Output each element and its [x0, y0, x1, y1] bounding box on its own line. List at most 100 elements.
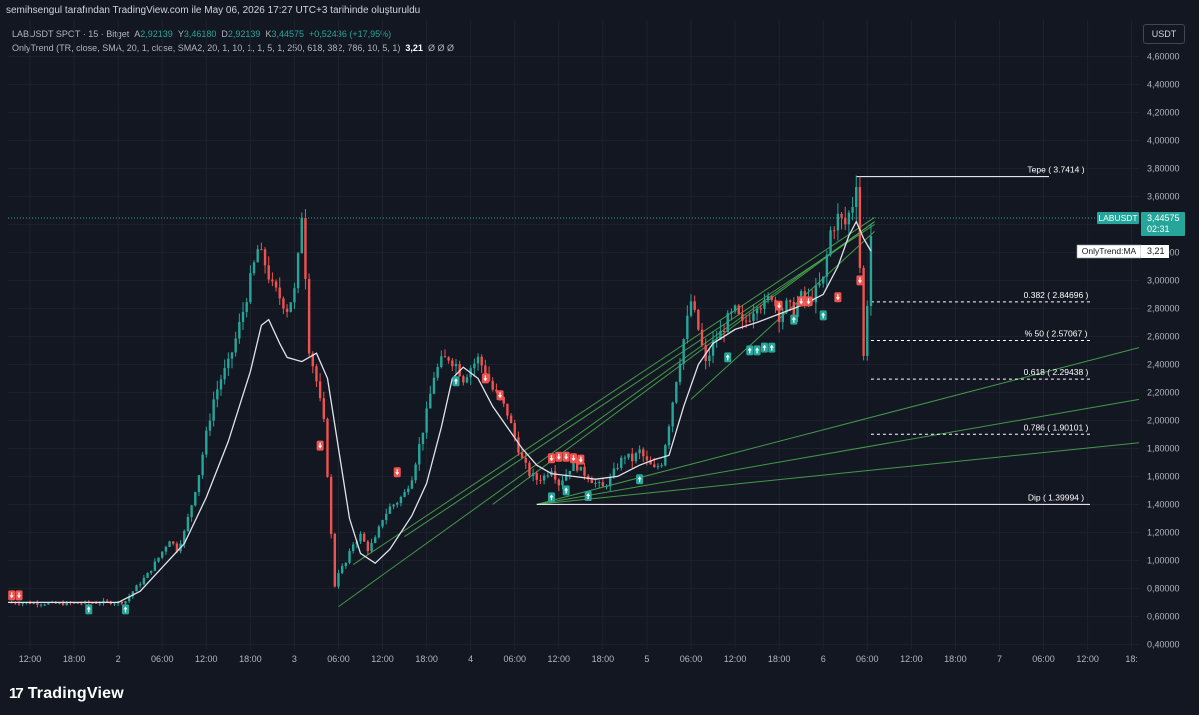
candle-body — [256, 249, 259, 263]
candle-body — [223, 368, 226, 380]
candle-body — [766, 296, 770, 301]
candle-body — [436, 367, 439, 378]
candle-body — [700, 329, 704, 346]
time-tick-label: 3 — [292, 654, 297, 664]
candle-body — [307, 279, 311, 354]
candle-body — [359, 533, 362, 542]
candle-body — [542, 475, 546, 481]
moving-average-line — [8, 220, 872, 604]
price-tick-label: 4,40000 — [1147, 79, 1180, 89]
candle-body — [172, 541, 175, 544]
candle-body — [814, 285, 818, 303]
brand-name: TradingView — [27, 685, 124, 702]
candle-body — [216, 389, 219, 400]
candle-body — [616, 467, 619, 469]
candle-body — [289, 302, 292, 312]
candle-body — [296, 253, 300, 289]
candle-body — [451, 360, 454, 367]
candle-body — [399, 496, 403, 503]
time-tick-label: 18:00 — [592, 654, 615, 664]
time-tick-label: 4 — [468, 654, 473, 664]
candle-body — [484, 365, 487, 375]
top-bar: semihsengul tarafından TradingView.com i… — [0, 0, 1199, 22]
price-tick-label: 1,20000 — [1147, 527, 1180, 537]
candle-body — [333, 533, 337, 587]
candle-body — [689, 301, 693, 316]
price-tick-label: 1,00000 — [1147, 555, 1180, 565]
candle-body — [227, 358, 230, 369]
tradingview-logo[interactable]: 17 TradingView — [9, 685, 124, 703]
candle-body — [186, 517, 190, 531]
candle-body — [557, 479, 561, 486]
candle-body — [315, 366, 318, 382]
candle-body — [43, 604, 46, 606]
candle-body — [664, 445, 667, 466]
candle-body — [836, 213, 840, 231]
time-tick-label: 5 — [644, 654, 649, 664]
price-tick-label: 1,60000 — [1147, 471, 1180, 481]
candle-body — [421, 432, 425, 445]
time-tick-label: 18: — [1125, 654, 1138, 664]
time-tick-label: 12:00 — [724, 654, 747, 664]
candle-body — [230, 352, 234, 359]
candle-body — [579, 466, 583, 471]
candle-body — [822, 276, 825, 284]
candle-body — [869, 236, 873, 307]
fib-level-label: % 50 ( 2.57067 ) — [1025, 329, 1088, 339]
candle-body — [546, 475, 549, 477]
price-tick-label: 2,40000 — [1147, 359, 1180, 369]
candle-body — [697, 309, 700, 330]
candle-body — [201, 454, 204, 476]
candle-body — [770, 296, 773, 300]
chart-credit: semihsengul tarafından TradingView.com i… — [6, 5, 421, 16]
price-tick-label: 0,60000 — [1147, 611, 1180, 621]
price-tick-label: 3,80000 — [1147, 163, 1180, 173]
candle-body — [374, 537, 377, 543]
candle-body — [432, 377, 436, 394]
candle-body — [833, 230, 836, 232]
candle-body — [847, 212, 851, 225]
candle-body — [146, 572, 149, 578]
ma-value: 3,21 — [1147, 246, 1165, 256]
candle-body — [752, 313, 755, 321]
candle-body — [660, 465, 663, 467]
candle-body — [473, 363, 476, 369]
candle-body — [528, 462, 531, 476]
candle-body — [138, 584, 142, 586]
candle-body — [267, 265, 270, 280]
price-tick-label: 4,60000 — [1147, 51, 1180, 61]
candle-body — [755, 308, 759, 314]
candle-body — [300, 217, 303, 254]
time-tick-label: 12:00 — [548, 654, 571, 664]
candle-body — [531, 473, 535, 476]
candle-body — [553, 471, 557, 480]
candle-body — [407, 488, 410, 493]
candle-body — [21, 603, 24, 605]
candle-body — [344, 562, 348, 567]
chart-grid — [8, 20, 1139, 650]
candle-body — [168, 541, 171, 547]
price-tick-label: 1,40000 — [1147, 499, 1180, 509]
candle-body — [447, 357, 450, 361]
candle-body — [825, 254, 829, 277]
candle-body — [454, 364, 458, 367]
candle-body — [105, 600, 109, 602]
candle-body — [781, 312, 785, 323]
candle-body — [164, 546, 168, 552]
candle-body — [377, 526, 381, 538]
price-chart[interactable]: Tepe ( 3.7414 ) 0.382 ( 2.84696 ) % 50 ( 2… — [0, 20, 1199, 667]
candle-body — [763, 300, 766, 309]
price-tick-label: 3,00000 — [1147, 275, 1180, 285]
ma-tag-label: OnlyTrend:MA — [1082, 246, 1137, 256]
trend-line — [352, 216, 875, 566]
candle-body — [278, 287, 281, 299]
fib-level-label: 0.786 ( 1.90101 ) — [1024, 422, 1089, 432]
candle-body — [634, 453, 638, 462]
candle-body — [61, 602, 65, 606]
candle-body — [362, 533, 366, 542]
candle-body — [197, 475, 201, 493]
time-tick-label: 2 — [116, 654, 121, 664]
countdown-value: 02:31 — [1147, 224, 1170, 234]
time-tick-label: 06:00 — [1032, 654, 1055, 664]
candle-body — [370, 542, 373, 552]
